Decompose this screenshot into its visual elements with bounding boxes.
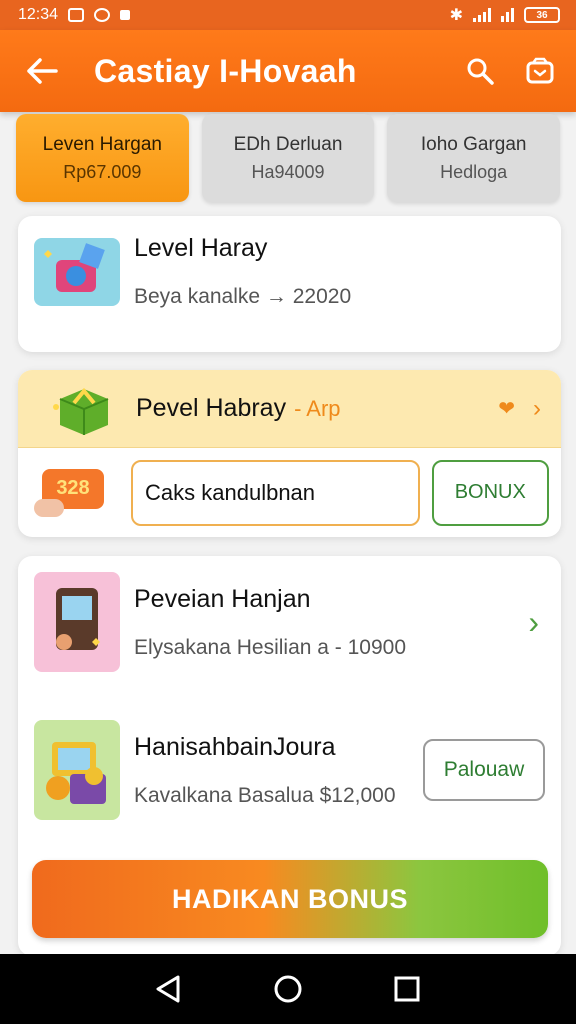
phone-device-icon <box>34 572 120 672</box>
list-item[interactable]: Peveian Hanjan Elysakana Hesilian a - 10… <box>34 572 545 672</box>
wallet-button[interactable] <box>522 53 558 89</box>
small-notification-icon <box>120 10 131 20</box>
coupon-ticket-icon: 328 <box>34 463 107 523</box>
tab-title: EDh Derluan <box>233 133 343 155</box>
tab-leven-hargan[interactable]: Leven Hargan Rp67.009 <box>16 114 189 202</box>
pay-button[interactable]: Palouaw <box>423 739 545 801</box>
square-recents-icon <box>394 976 420 1002</box>
notification-icon <box>68 8 85 22</box>
battery-icon: 36 <box>524 7 560 23</box>
nav-home-button[interactable] <box>268 969 308 1009</box>
chevron-right-icon[interactable]: › <box>528 604 539 641</box>
item-subtitle: Elysakana Hesilian a - 10900 <box>134 635 406 659</box>
signal-icon-2 <box>501 8 514 22</box>
back-arrow-icon <box>27 58 58 84</box>
treasure-chest-icon <box>34 720 120 820</box>
claim-bonus-button[interactable]: HADIKAN BONUS <box>32 860 548 938</box>
search-button[interactable] <box>462 53 498 89</box>
bluetooth-icon: ✱ <box>449 7 463 24</box>
wallet-icon <box>526 57 554 84</box>
tab-title: Leven Hargan <box>42 133 163 155</box>
system-nav-bar <box>0 954 576 1024</box>
signal-icon <box>473 8 491 22</box>
tab-value: Rp67.009 <box>63 161 142 182</box>
nav-back-button[interactable] <box>149 969 189 1009</box>
tab-title: Ioho Gargan <box>420 133 527 155</box>
tab-ioho-gargan[interactable]: Ioho Gargan Hedloga <box>387 114 561 202</box>
offers-card: Peveian Hanjan Elysakana Hesilian a - 10… <box>18 556 561 956</box>
gift-box-icon <box>34 237 120 306</box>
item-title: Peveian Hanjan <box>134 584 311 613</box>
item-subtitle: Kavalkana Basalua $12,000 <box>134 783 396 807</box>
tab-edh-derluan[interactable]: EDh Derluan Ha94009 <box>201 114 375 202</box>
card-subtitle: Beya kanalke → 22020 <box>134 285 352 308</box>
status-time: 12:34 <box>18 6 59 23</box>
promo-input-value: Caks kandulbnan <box>145 479 316 505</box>
tab-value: Ha94009 <box>251 161 325 182</box>
promo-input[interactable]: Caks kandulbnan <box>131 459 420 526</box>
nav-recents-button[interactable] <box>387 969 427 1009</box>
app-notification-icon <box>94 8 111 22</box>
heart-icon: ❤ <box>498 398 515 420</box>
chevron-right-icon[interactable]: › <box>533 395 541 423</box>
card-title: Level Haray <box>134 234 268 262</box>
green-gift-icon <box>53 387 109 435</box>
promo-title: Pevel Habray <box>136 394 287 422</box>
level-card[interactable]: Level Haray Beya kanalke → 22020 <box>18 216 561 352</box>
triangle-back-icon <box>156 975 180 1003</box>
tab-bar: Leven Hargan Rp67.009 EDh Derluan Ha9400… <box>16 114 561 202</box>
promo-header[interactable]: Pevel Habray - Arp ❤ › <box>18 370 561 448</box>
tab-value: Hedloga <box>440 161 508 182</box>
item-title: HanisahbainJoura <box>134 732 336 761</box>
promo-card: Pevel Habray - Arp ❤ › 328 Caks kandulbn… <box>18 370 561 537</box>
page-title: Castiay I-Hovaah <box>94 52 357 89</box>
list-item[interactable]: HanisahbainJoura Kavalkana Basalua $12,0… <box>34 720 545 820</box>
search-icon <box>467 58 494 85</box>
bonus-button[interactable]: BONUX <box>431 459 549 526</box>
promo-tag: - Arp <box>294 395 341 421</box>
back-button[interactable] <box>18 47 66 95</box>
circle-home-icon <box>274 975 302 1003</box>
app-bar: Castiay I-Hovaah <box>0 30 576 112</box>
status-bar: 12:34 ✱ 36 <box>0 0 576 30</box>
